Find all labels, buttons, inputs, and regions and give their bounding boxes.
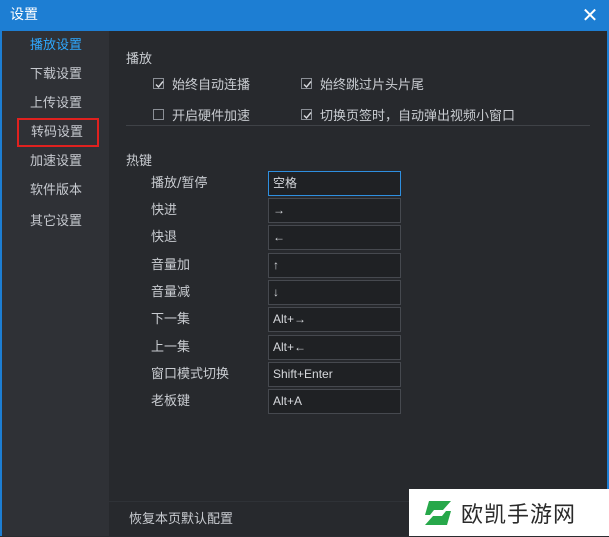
restore-defaults-button[interactable]: 恢复本页默认配置 [129, 508, 233, 527]
checkbox-label: 始终跳过片头片尾 [320, 77, 425, 93]
hotkey-label-rewind: 快退 [151, 230, 178, 245]
checkbox-unchecked-icon [153, 108, 164, 120]
sidebar-item-other[interactable]: 其它设置 [2, 207, 109, 236]
hotkey-field-boss-key[interactable]: Alt+A [268, 389, 401, 414]
checkbox-checked-icon [301, 77, 312, 89]
title-bar: 设置 ✕ [0, 0, 609, 31]
checkbox-checked-icon [301, 108, 312, 120]
sidebar-item-download[interactable]: 下载设置 [2, 60, 109, 89]
site-watermark: 欧凯手游网 [409, 489, 609, 536]
window-title: 设置 [10, 7, 38, 23]
hotkey-label-boss-key: 老板键 [151, 394, 191, 409]
hotkey-field-rewind[interactable]: ← [268, 225, 401, 250]
hotkey-field-volume-up[interactable]: ↑ [268, 253, 401, 278]
hotkey-label-volume-down: 音量减 [151, 285, 191, 300]
checkbox-checked-icon [153, 77, 164, 89]
checkbox-auto-continue[interactable]: 始终自动连播 [153, 74, 251, 93]
hotkey-label-next-episode: 下一集 [151, 312, 191, 327]
settings-sidebar: 播放设置 下载设置 上传设置 转码设置 加速设置 软件版本 其它设置 [2, 31, 109, 536]
hotkey-field-window-mode[interactable]: Shift+Enter [268, 362, 401, 387]
sidebar-item-playback[interactable]: 播放设置 [2, 31, 109, 60]
checkbox-label: 开启硬件加速 [172, 108, 251, 124]
hotkey-field-volume-down[interactable]: ↓ [268, 280, 401, 305]
close-icon[interactable]: ✕ [577, 2, 603, 28]
sidebar-item-upload[interactable]: 上传设置 [2, 89, 109, 118]
sidebar-item-version[interactable]: 软件版本 [2, 176, 109, 205]
hotkey-label-volume-up: 音量加 [151, 258, 191, 273]
hotkey-label-window-mode: 窗口模式切换 [151, 367, 230, 382]
hotkey-field-previous-episode[interactable]: Alt+← [268, 335, 401, 360]
hotkey-label-forward: 快进 [151, 203, 178, 218]
section-title-hotkeys: 热键 [126, 154, 153, 169]
checkbox-skip-intro-outro[interactable]: 始终跳过片头片尾 [301, 74, 425, 93]
hotkey-field-forward[interactable]: → [268, 198, 401, 223]
sidebar-item-transcode[interactable]: 转码设置 [17, 118, 99, 147]
settings-content: 播放 始终自动连播 始终跳过片头片尾 开启硬件加速 切换页签时，自动弹出视频小窗… [109, 31, 607, 536]
section-divider [126, 125, 590, 126]
checkbox-hardware-acceleration[interactable]: 开启硬件加速 [153, 105, 251, 124]
checkbox-label: 切换页签时，自动弹出视频小窗口 [320, 108, 516, 124]
hotkey-label-play-pause: 播放/暂停 [151, 176, 208, 191]
checkbox-label: 始终自动连播 [172, 77, 251, 93]
section-title-playback: 播放 [126, 52, 153, 67]
watermark-text: 欧凯手游网 [461, 502, 577, 528]
checkbox-popup-mini-window[interactable]: 切换页签时，自动弹出视频小窗口 [301, 105, 516, 124]
sidebar-item-acceleration[interactable]: 加速设置 [2, 147, 109, 176]
hotkey-label-previous-episode: 上一集 [151, 340, 191, 355]
hotkey-field-play-pause[interactable]: 空格 [268, 171, 401, 196]
watermark-logo-icon [425, 500, 451, 525]
hotkey-field-next-episode[interactable]: Alt+→ [268, 307, 401, 332]
